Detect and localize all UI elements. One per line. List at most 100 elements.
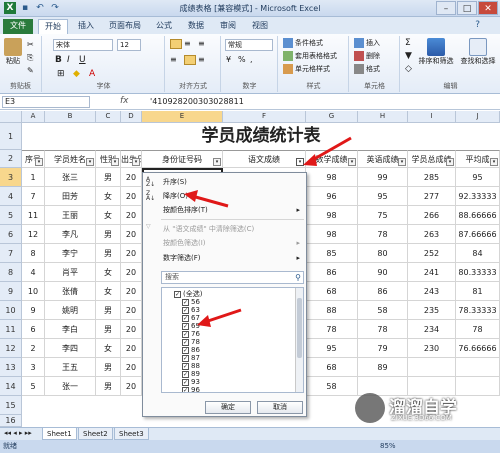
table-cell[interactable]: 男: [96, 320, 121, 339]
table-cell[interactable]: 李宁: [45, 244, 96, 263]
table-cell[interactable]: 20: [121, 358, 142, 377]
table-cell[interactable]: 92.33333: [456, 187, 500, 206]
table-cell[interactable]: 20: [121, 168, 142, 187]
checkbox[interactable]: ✓: [182, 346, 189, 354]
table-cell[interactable]: 男: [96, 244, 121, 263]
table-cell[interactable]: 78: [358, 320, 408, 339]
column-header[interactable]: C: [96, 111, 121, 123]
table-cell[interactable]: 7: [22, 187, 45, 206]
filter-dropdown-icon[interactable]: ▾: [348, 158, 356, 166]
table-cell[interactable]: [408, 358, 456, 377]
table-cell[interactable]: 20: [121, 339, 142, 358]
column-header[interactable]: I: [408, 111, 456, 123]
filter-search-input[interactable]: 搜索 ⚲: [161, 271, 304, 284]
table-cell[interactable]: 男: [96, 358, 121, 377]
checkbox[interactable]: ✓: [182, 298, 189, 306]
delete-button[interactable]: 删除: [354, 51, 380, 62]
table-cell[interactable]: 男: [96, 301, 121, 320]
column-header[interactable]: F: [223, 111, 306, 123]
checkbox[interactable]: ✓: [182, 386, 189, 392]
row-header[interactable]: 6: [0, 225, 22, 244]
table-cell[interactable]: 2: [22, 339, 45, 358]
table-cell[interactable]: 230: [408, 339, 456, 358]
table-cell[interactable]: 4: [22, 263, 45, 282]
tab-view[interactable]: 视图: [246, 19, 274, 34]
filter-dropdown-icon[interactable]: ▾: [446, 158, 454, 166]
sort-by-color-item[interactable]: 按颜色排序(T) ▸: [143, 203, 306, 217]
table-cell[interactable]: 80: [358, 244, 408, 263]
row-header[interactable]: 13: [0, 358, 22, 377]
column-header[interactable]: A: [22, 111, 45, 123]
row-header[interactable]: 7: [0, 244, 22, 263]
zoom-level[interactable]: 85%: [380, 440, 396, 453]
table-cell[interactable]: 76.66666: [456, 339, 500, 358]
fill-color-icon[interactable]: ◆: [73, 69, 80, 79]
select-all-corner[interactable]: [0, 111, 22, 123]
row-header[interactable]: 8: [0, 263, 22, 282]
table-cell[interactable]: 98: [306, 225, 358, 244]
table-cell[interactable]: 11: [22, 206, 45, 225]
table-cell[interactable]: 87.66666: [456, 225, 500, 244]
scrollbar-thumb[interactable]: [297, 298, 302, 358]
row-header[interactable]: 11: [0, 320, 22, 339]
table-cell[interactable]: 女: [96, 187, 121, 206]
tab-page-layout[interactable]: 页面布局: [103, 19, 147, 34]
table-cell[interactable]: 20: [121, 282, 142, 301]
format-painter-icon[interactable]: ✎: [27, 66, 34, 75]
filter-dropdown-icon[interactable]: ▾: [398, 158, 406, 166]
table-cell[interactable]: 235: [408, 301, 456, 320]
table-cell[interactable]: 李四: [45, 339, 96, 358]
sheet-tab-1[interactable]: Sheet1: [42, 428, 77, 440]
sheet-tab-2[interactable]: Sheet2: [78, 428, 113, 440]
align-right-icon[interactable]: ≡: [198, 55, 205, 64]
tab-formulas[interactable]: 公式: [150, 19, 178, 34]
clear-icon[interactable]: ◇: [405, 64, 412, 74]
sort-ascending-item[interactable]: A Z↓ 升序(S): [143, 175, 306, 189]
align-bottom-icon[interactable]: ≡: [198, 39, 205, 48]
tab-insert[interactable]: 插入: [72, 19, 100, 34]
find-select-button[interactable]: 查找和选择: [457, 38, 499, 66]
column-header[interactable]: J: [456, 111, 500, 123]
row-header[interactable]: 14: [0, 377, 22, 396]
filter-dropdown-icon[interactable]: ▾: [35, 158, 43, 166]
row-header[interactable]: 10: [0, 301, 22, 320]
filter-dropdown-icon[interactable]: ▾: [132, 158, 140, 166]
table-cell[interactable]: 88: [306, 301, 358, 320]
column-header[interactable]: H: [358, 111, 408, 123]
table-cell[interactable]: 8: [22, 244, 45, 263]
cancel-button[interactable]: 取消: [257, 401, 303, 414]
table-cell[interactable]: 68: [306, 358, 358, 377]
formula-input[interactable]: '410928200303028811: [150, 97, 244, 106]
table-cell[interactable]: 75: [358, 206, 408, 225]
row-header[interactable]: 1: [0, 123, 22, 150]
table-cell[interactable]: 张三: [45, 168, 96, 187]
table-cell[interactable]: 12: [22, 225, 45, 244]
row-header[interactable]: 5: [0, 206, 22, 225]
table-cell[interactable]: 9: [22, 301, 45, 320]
table-cell[interactable]: 3: [22, 358, 45, 377]
font-size-select[interactable]: 12: [117, 39, 141, 51]
close-button[interactable]: ✕: [478, 1, 498, 15]
maximize-button[interactable]: □: [457, 1, 477, 15]
checkbox[interactable]: ✓: [182, 330, 189, 338]
row-header[interactable]: 2: [0, 150, 22, 168]
help-icon[interactable]: ?: [475, 20, 480, 30]
table-cell[interactable]: 78: [456, 320, 500, 339]
column-header[interactable]: E: [142, 111, 223, 123]
fill-icon[interactable]: ▼: [405, 51, 412, 61]
percent-icon[interactable]: %: [238, 55, 246, 64]
table-cell[interactable]: 女: [96, 339, 121, 358]
number-format-select[interactable]: 常规: [225, 39, 273, 51]
table-cell[interactable]: 85: [306, 244, 358, 263]
insert-button[interactable]: 插入: [354, 38, 380, 49]
table-cell[interactable]: 81: [456, 282, 500, 301]
table-cell[interactable]: 20: [121, 206, 142, 225]
table-cell[interactable]: 266: [408, 206, 456, 225]
tab-review[interactable]: 审阅: [214, 19, 242, 34]
row-header[interactable]: 9: [0, 282, 22, 301]
table-cell[interactable]: 99: [358, 168, 408, 187]
table-cell[interactable]: 78: [306, 320, 358, 339]
table-cell[interactable]: 20: [121, 377, 142, 396]
table-cell[interactable]: 女: [96, 282, 121, 301]
number-filter-item[interactable]: 数字筛选(F) ▸: [143, 251, 306, 265]
